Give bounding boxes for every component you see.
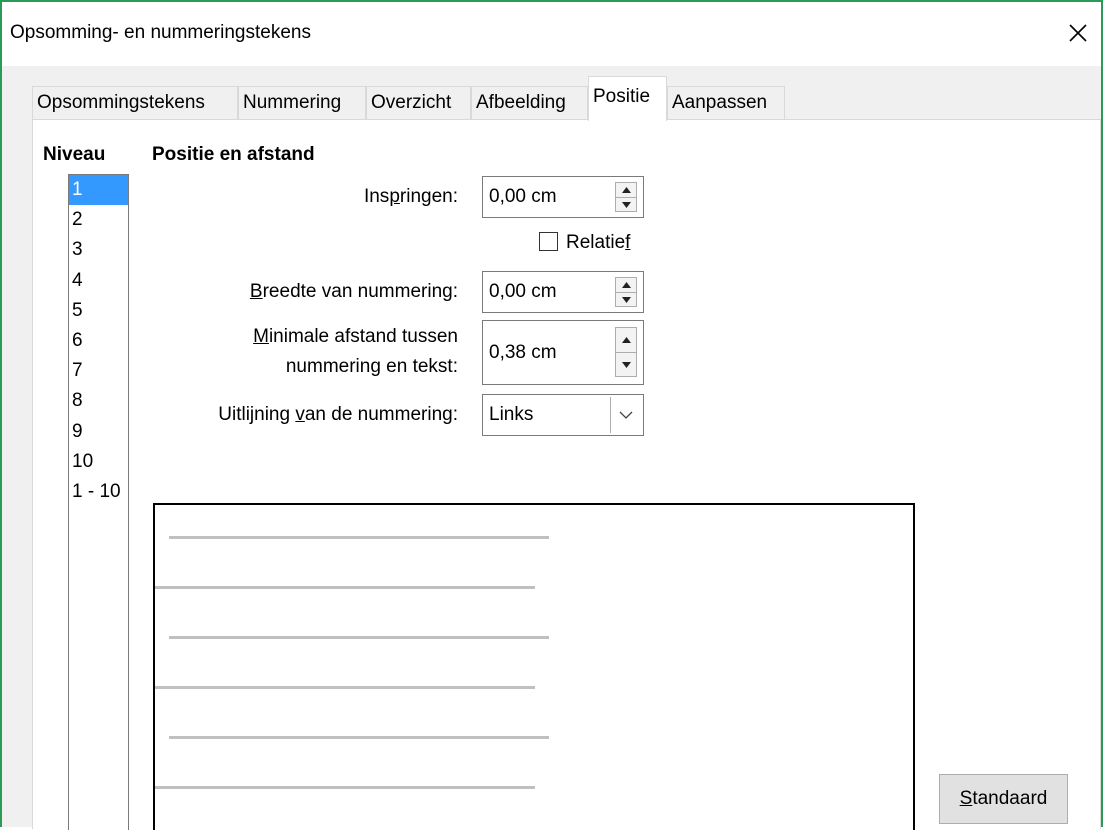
triangle-down-icon [621, 202, 631, 208]
preview-line [155, 586, 535, 589]
default-button[interactable]: Standaard [939, 774, 1068, 824]
level-heading: Niveau [43, 144, 106, 165]
tab-label: Overzicht [371, 92, 452, 113]
min-distance-spinfield[interactable]: 0,38 cm [482, 320, 644, 385]
spin-down-button[interactable] [616, 352, 636, 377]
preview-line [169, 736, 549, 739]
spin-up-button[interactable] [616, 278, 636, 292]
title-bar: Opsomming- en nummeringstekens [2, 2, 1101, 66]
list-item[interactable]: 9 [69, 417, 128, 447]
level-list[interactable]: 1 2 3 4 5 6 7 8 9 10 1 - 10 [68, 174, 129, 830]
alignment-value: Links [489, 404, 534, 425]
triangle-up-icon [621, 282, 631, 288]
dropdown-button[interactable] [610, 397, 641, 433]
tab-positie[interactable]: Positie [588, 76, 667, 121]
list-item[interactable]: 5 [69, 296, 128, 326]
tab-overzicht[interactable]: Overzicht [366, 86, 471, 120]
triangle-up-icon [621, 337, 631, 343]
list-item[interactable]: 1 - 10 [69, 477, 128, 507]
preview-line [155, 786, 535, 789]
spin-buttons [615, 277, 637, 307]
spin-buttons [615, 182, 637, 212]
tab-label: Opsommingstekens [37, 92, 205, 113]
preview-box [153, 503, 915, 830]
tab-panel-positie: Niveau Positie en afstand 1 2 3 4 5 6 7 … [32, 119, 1101, 830]
list-item[interactable]: 8 [69, 386, 128, 416]
relative-label: Relatief [566, 232, 631, 253]
spin-up-button[interactable] [616, 328, 636, 352]
position-heading: Positie en afstand [152, 144, 315, 165]
preview-line [169, 536, 549, 539]
close-icon [1069, 24, 1087, 42]
tab-opsommingstekens[interactable]: Opsommingstekens [32, 86, 238, 120]
numbering-width-spinfield[interactable]: 0,00 cm [482, 271, 644, 313]
alignment-label: Uitlijning van de nummering: [218, 404, 458, 425]
triangle-up-icon [621, 187, 631, 193]
list-item[interactable]: 1 [69, 175, 128, 206]
indent-value: 0,00 cm [489, 186, 557, 207]
tab-aanpassen[interactable]: Aanpassen [667, 86, 785, 120]
indent-label: Inspringen: [363, 186, 458, 207]
numbering-width-label: Breedte van nummering: [249, 281, 458, 302]
window-title: Opsomming- en nummeringstekens [10, 22, 311, 43]
indent-spinfield[interactable]: 0,00 cm [482, 176, 644, 218]
numbering-width-value: 0,00 cm [489, 281, 557, 302]
list-item[interactable]: 6 [69, 326, 128, 356]
list-item[interactable]: 7 [69, 356, 128, 386]
close-button[interactable] [1061, 16, 1095, 50]
tab-nummering[interactable]: Nummering [238, 86, 366, 120]
spin-down-button[interactable] [616, 197, 636, 212]
tab-label: Aanpassen [672, 92, 768, 113]
preview-line [169, 636, 549, 639]
dialog-window: Opsomming- en nummeringstekens Opsomming… [0, 0, 1103, 830]
triangle-down-icon [621, 362, 631, 368]
preview-line [155, 686, 535, 689]
list-item[interactable]: 4 [69, 266, 128, 296]
relative-checkbox[interactable] [539, 232, 558, 251]
list-item[interactable]: 10 [69, 447, 128, 477]
tab-label: Positie [593, 86, 651, 107]
triangle-down-icon [621, 297, 631, 303]
tab-afbeelding[interactable]: Afbeelding [471, 86, 588, 120]
alignment-select[interactable]: Links [482, 394, 644, 436]
spin-down-button[interactable] [616, 292, 636, 307]
chevron-down-icon [619, 411, 633, 419]
spin-buttons [615, 327, 637, 377]
list-item[interactable]: 2 [69, 205, 128, 235]
tab-label: Nummering [243, 92, 342, 113]
list-item[interactable]: 3 [69, 235, 128, 265]
spin-up-button[interactable] [616, 183, 636, 197]
min-distance-label: Minimale afstand tussen nummering en tek… [253, 326, 458, 377]
tab-label: Afbeelding [476, 92, 566, 113]
min-distance-value: 0,38 cm [489, 342, 557, 363]
